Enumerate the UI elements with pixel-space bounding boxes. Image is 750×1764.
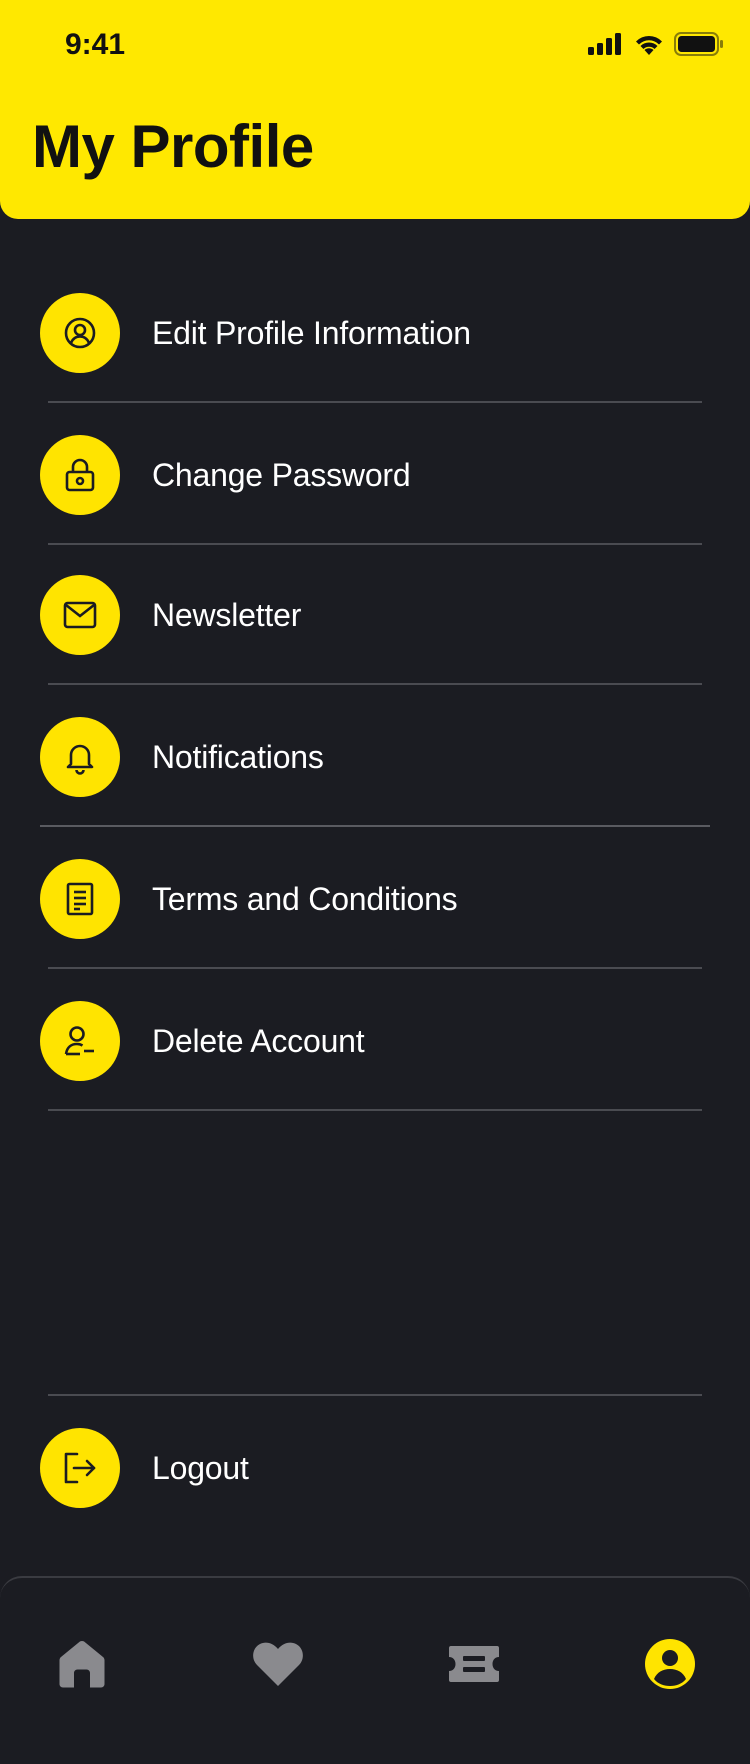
bell-icon [40, 717, 120, 797]
user-circle-icon [40, 293, 120, 373]
battery-icon [674, 32, 723, 56]
divider [48, 1394, 702, 1396]
tab-favorites[interactable] [248, 1634, 308, 1694]
home-icon [59, 1641, 105, 1688]
tab-tickets[interactable] [444, 1634, 504, 1694]
mail-icon [40, 575, 120, 655]
logout-icon [40, 1428, 120, 1508]
tab-profile[interactable] [640, 1634, 700, 1694]
divider [48, 1109, 702, 1111]
status-time: 9:41 [65, 28, 126, 61]
wifi-icon [636, 35, 662, 55]
menu-item-edit-profile[interactable]: Edit Profile Information [0, 262, 750, 404]
document-icon [40, 859, 120, 939]
heart-icon [253, 1642, 303, 1686]
menu-item-delete-account[interactable]: Delete Account [0, 970, 750, 1112]
ticket-icon [449, 1646, 499, 1682]
menu-item-newsletter[interactable]: Newsletter [0, 544, 750, 686]
tab-home[interactable] [52, 1634, 112, 1694]
divider [48, 967, 702, 969]
divider [40, 825, 710, 827]
menu-item-notifications[interactable]: Notifications [0, 686, 750, 828]
lock-icon [40, 435, 120, 515]
menu-item-label: Edit Profile Information [152, 314, 471, 351]
cellular-signal-icon [588, 33, 621, 55]
divider [48, 401, 702, 403]
logout-label: Logout [152, 1449, 249, 1486]
user-minus-icon [40, 1001, 120, 1081]
status-icons [588, 32, 724, 56]
menu-item-terms[interactable]: Terms and Conditions [0, 828, 750, 970]
menu-item-change-password[interactable]: Change Password [0, 404, 750, 546]
menu-item-label: Change Password [152, 456, 411, 493]
divider [48, 683, 702, 685]
menu-item-label: Delete Account [152, 1022, 365, 1059]
page-title: My Profile [32, 113, 314, 180]
menu-item-label: Terms and Conditions [152, 880, 458, 917]
profile-icon [645, 1639, 695, 1689]
menu-item-label: Newsletter [152, 596, 302, 633]
logout-button[interactable]: Logout [0, 1397, 750, 1539]
profile-header: 9:41 My Profile [0, 0, 750, 219]
menu-item-label: Notifications [152, 738, 324, 775]
bottom-tab-bar [0, 1576, 750, 1764]
